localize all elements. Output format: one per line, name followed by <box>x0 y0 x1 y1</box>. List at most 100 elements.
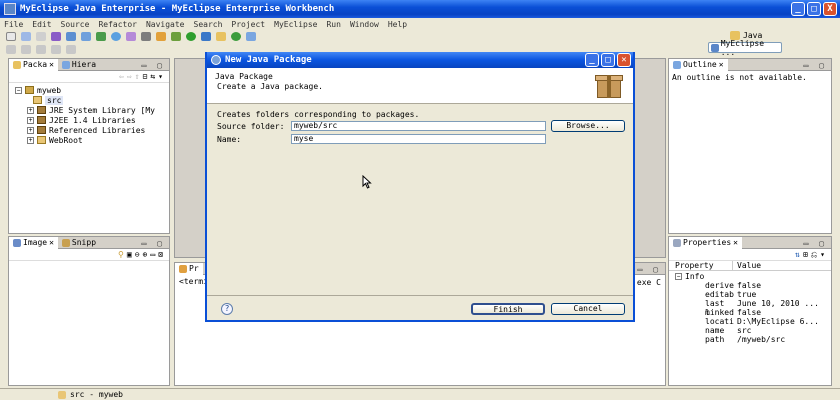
properties-group[interactable]: − Info <box>669 271 831 281</box>
up-icon[interactable]: ⇧ <box>135 72 140 81</box>
deploy-icon[interactable] <box>66 32 76 41</box>
close-icon[interactable]: ✕ <box>719 60 724 69</box>
fit-icon[interactable]: ⊠ <box>158 250 163 259</box>
menu-source[interactable]: Source <box>61 20 90 29</box>
tree-item-src[interactable]: src <box>15 95 169 105</box>
collapse-toggle[interactable]: − <box>675 272 682 280</box>
view-min-max-icons[interactable]: ▭ ▢ <box>804 61 827 70</box>
save-icon[interactable] <box>21 32 31 41</box>
help-icon[interactable]: ? <box>221 303 233 315</box>
property-row[interactable]: path /myweb/src <box>669 335 831 344</box>
expand-toggle[interactable]: + <box>27 116 34 124</box>
dialog-minimize-button[interactable]: _ <box>585 53 599 67</box>
menu-search[interactable]: Search <box>194 20 223 29</box>
new-server-icon[interactable] <box>156 32 166 41</box>
tab-problems[interactable]: Pr <box>175 262 203 275</box>
back-icon[interactable]: ⇦ <box>119 72 124 81</box>
link-editor-icon[interactable]: ⇆ <box>150 72 155 81</box>
maximize-button[interactable]: □ <box>807 2 821 16</box>
close-icon[interactable]: ✕ <box>733 238 738 247</box>
new-icon[interactable] <box>6 32 16 41</box>
filter-icon[interactable]: ⊞ <box>803 250 808 259</box>
collapse-toggle[interactable]: − <box>15 86 22 94</box>
zoom-out-icon[interactable]: ⊖ <box>135 250 140 259</box>
menu-refactor[interactable]: Refactor <box>98 20 137 29</box>
build-icon[interactable] <box>96 32 106 41</box>
restore-default-icon[interactable]: ⎌ <box>811 250 817 260</box>
previous-annotation-icon[interactable] <box>21 45 31 54</box>
property-row[interactable]: name src <box>669 326 831 335</box>
menu-file[interactable]: File <box>4 20 23 29</box>
tree-item-j2ee[interactable]: + J2EE 1.4 Libraries <box>15 115 169 125</box>
tree-item-webroot[interactable]: + WebRoot <box>15 135 169 145</box>
menu-help[interactable]: Help <box>388 20 407 29</box>
next-annotation-icon[interactable] <box>6 45 16 54</box>
new-java-project-icon[interactable] <box>216 32 226 41</box>
new-class-icon[interactable] <box>231 32 241 41</box>
expand-toggle[interactable]: + <box>27 126 34 134</box>
external-tools-icon[interactable] <box>201 32 211 41</box>
last-edit-icon[interactable] <box>36 45 46 54</box>
view-min-max-icons[interactable]: ▭ ▢ <box>804 239 827 248</box>
browse-button[interactable]: Browse... <box>551 120 625 132</box>
search-icon[interactable] <box>246 32 256 41</box>
close-icon[interactable]: ✕ <box>49 238 54 247</box>
close-button[interactable]: X <box>823 2 837 16</box>
expand-toggle[interactable]: + <box>27 136 34 144</box>
menu-myeclipse[interactable]: MyEclipse <box>274 20 317 29</box>
finish-button[interactable]: Finish <box>471 303 545 315</box>
tree-item-jre[interactable]: + JRE System Library [My <box>15 105 169 115</box>
view-min-max-icons[interactable]: ▭ ▢ <box>142 61 165 70</box>
tab-hierarchy[interactable]: Hiera <box>58 59 100 71</box>
tab-image[interactable]: Image ✕ <box>9 236 58 249</box>
property-row[interactable]: editab true <box>669 290 831 299</box>
tree-item-referenced[interactable]: + Referenced Libraries <box>15 125 169 135</box>
expand-toggle[interactable]: + <box>27 106 34 114</box>
zoom-in-icon[interactable]: ⊕ <box>143 250 148 259</box>
forward-icon[interactable]: ⇨ <box>127 72 132 81</box>
tab-package-explorer[interactable]: Packa ✕ <box>9 58 58 71</box>
forward-icon[interactable] <box>66 45 76 54</box>
dialog-close-button[interactable]: ✕ <box>617 53 631 67</box>
myeclipse-tool-icon[interactable] <box>126 32 136 41</box>
collapse-all-icon[interactable]: ⊟ <box>143 72 148 81</box>
menu-window[interactable]: Window <box>350 20 379 29</box>
close-icon[interactable]: ✕ <box>49 60 54 69</box>
view-min-max-icons[interactable]: ▭ ▢ <box>142 239 165 248</box>
server-icon[interactable] <box>51 32 61 41</box>
property-row[interactable]: linked false <box>669 308 831 317</box>
run-icon[interactable] <box>186 32 196 41</box>
debug-icon[interactable] <box>171 32 181 41</box>
property-row[interactable]: last m June 10, 2010 ... <box>669 299 831 317</box>
myeclipse-perspective-button[interactable]: MyEclipse ... <box>708 39 782 57</box>
tab-properties[interactable]: Properties ✕ <box>669 236 742 249</box>
package-name-input[interactable]: myse <box>291 134 546 144</box>
property-row[interactable]: locati D:\MyEclipse 6... <box>669 317 831 326</box>
value-column-header[interactable]: Value <box>733 261 761 270</box>
pin-icon[interactable]: ⚲ <box>118 250 124 259</box>
tab-snippets[interactable]: Snipp <box>58 237 100 249</box>
back-icon[interactable] <box>51 45 61 54</box>
menu-project[interactable]: Project <box>231 20 265 29</box>
view-menu-icon[interactable]: ▾ <box>158 72 163 81</box>
open-perspective-icon[interactable] <box>141 32 151 41</box>
property-row[interactable]: derive false <box>669 281 831 290</box>
menu-run[interactable]: Run <box>326 20 340 29</box>
menu-navigate[interactable]: Navigate <box>146 20 185 29</box>
categories-icon[interactable]: ⇅ <box>795 250 800 259</box>
minimize-button[interactable]: _ <box>791 2 805 16</box>
menu-edit[interactable]: Edit <box>32 20 51 29</box>
view-menu-icon[interactable]: ▾ <box>820 250 825 259</box>
actual-size-icon[interactable]: ▭ <box>150 250 155 259</box>
print-icon[interactable] <box>36 32 46 41</box>
open-type-icon[interactable] <box>81 32 91 41</box>
tree-item-project[interactable]: − myweb <box>15 85 169 95</box>
image-display-icon[interactable]: ▣ <box>127 250 132 259</box>
source-folder-input[interactable]: myweb/src <box>291 121 546 131</box>
cancel-button[interactable]: Cancel <box>551 303 625 315</box>
property-column-header[interactable]: Property <box>669 261 733 270</box>
web-browser-icon[interactable] <box>111 32 121 41</box>
tab-outline[interactable]: Outline ✕ <box>669 58 728 71</box>
view-min-max-icons[interactable]: ▭ ▢ <box>638 265 661 274</box>
dialog-maximize-button[interactable]: □ <box>601 53 615 67</box>
